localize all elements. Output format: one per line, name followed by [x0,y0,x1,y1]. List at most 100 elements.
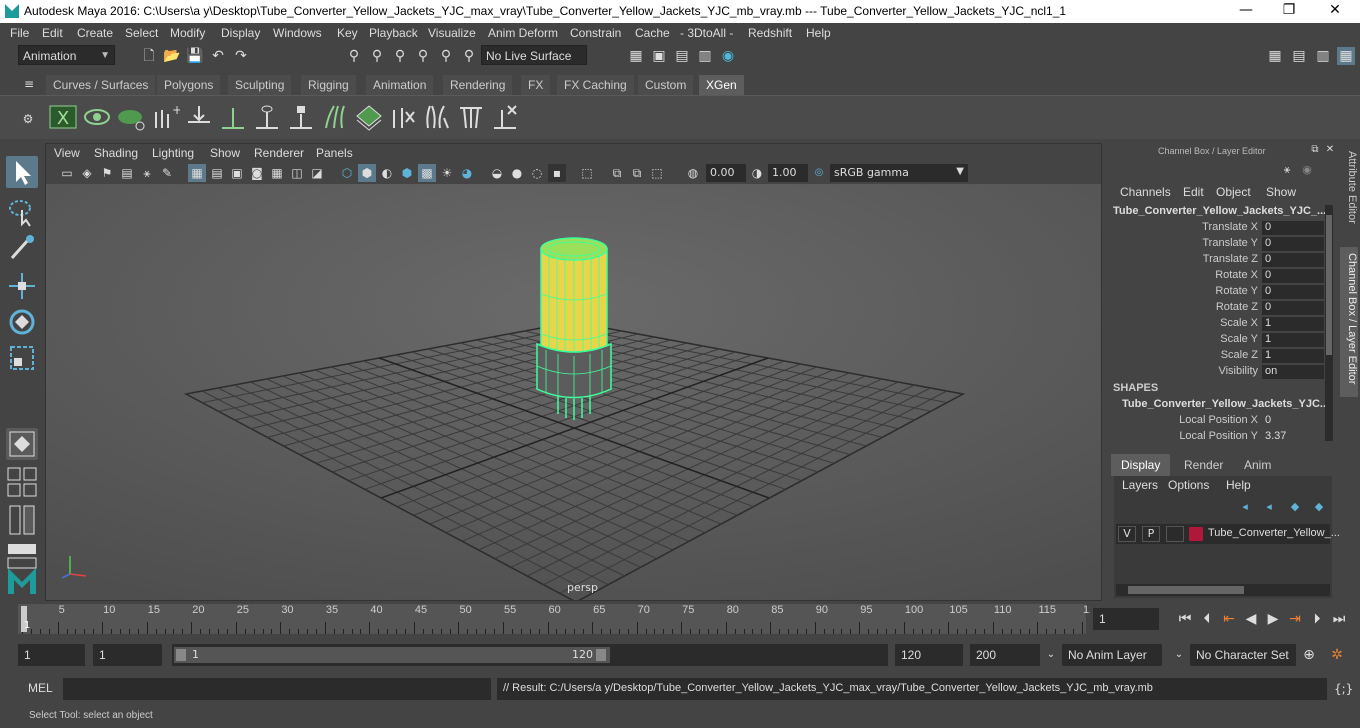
toggle-panels-icon[interactable]: ▤ [1290,47,1308,65]
channels-menu[interactable]: Channels [1120,185,1171,199]
chevron-down-icon[interactable]: ⌄ [1170,646,1188,664]
tab-anim[interactable]: Anim [1234,454,1281,476]
shape-channel-value[interactable]: 0 [1262,414,1324,428]
tube-converter-model[interactable] [536,237,612,420]
move-layer-up-icon[interactable]: ◂ [1236,498,1254,516]
layer-help-menu[interactable]: Help [1226,478,1251,492]
shape-name[interactable]: Tube_Converter_Yellow_Jackets_YJC... [1122,398,1329,410]
layer-color-swatch[interactable] [1189,527,1203,541]
shadows-icon[interactable]: ◕ [458,164,476,182]
channel-value[interactable]: 0 [1262,221,1324,235]
single-perspective-layout-icon[interactable] [6,428,38,460]
layer-horizontal-scrollbar[interactable] [1116,584,1330,596]
go-to-start-icon[interactable]: ⏮ [1176,610,1194,628]
menu-visualize[interactable]: Visualize [428,26,476,40]
menu-modify[interactable]: Modify [170,26,205,40]
tab-animation[interactable]: Animation [366,75,434,95]
lights-icon[interactable]: ☀ [438,164,456,182]
ambient-occlusion-icon[interactable]: ● [508,164,526,182]
shape-channel-label[interactable]: Local Position Y [1179,430,1258,442]
channel-value[interactable]: 0 [1262,301,1324,315]
grease-pencil-icon[interactable]: ✎ [158,164,176,182]
film-gate-icon[interactable]: ▤ [208,164,226,182]
channel-value[interactable]: 1 [1262,333,1324,347]
xgen-guide-icon-2[interactable] [252,102,282,132]
channel-value[interactable]: 0 [1262,269,1324,283]
channel-label[interactable]: Translate X [1202,221,1258,233]
play-forward-icon[interactable]: ▶ [1264,610,1282,628]
lasso-tool-icon[interactable] [6,196,38,228]
panel-menu-show[interactable]: Show [210,146,240,160]
range-end-handle[interactable] [596,649,606,661]
menu-3dtoall[interactable]: - 3DtoAll - [680,26,733,40]
xgen-preview-icon[interactable] [82,102,112,132]
menu-help[interactable]: Help [806,26,831,40]
tab-sculpting[interactable]: Sculpting [228,75,292,95]
maximize-button[interactable]: ❐ [1279,2,1299,20]
workspace-icon[interactable]: ▦ [1266,47,1284,65]
xgen-guide-icon-1[interactable] [218,102,248,132]
2d-pan-zoom-icon[interactable]: ⚹ [138,164,156,182]
menu-windows[interactable]: Windows [273,26,322,40]
screen-space-icon[interactable]: ⬚ [648,164,666,182]
new-scene-icon[interactable]: 🗋 [140,47,158,65]
new-layer-icon[interactable]: ◆ [1286,498,1304,516]
layer-playback-toggle[interactable]: P [1142,526,1160,542]
menu-key[interactable]: Key [337,26,358,40]
render-view-icon[interactable]: ▥ [696,47,714,65]
tab-render[interactable]: Render [1174,454,1233,476]
four-view-layout-icon[interactable] [6,466,38,498]
ipr-render-icon[interactable]: ▤ [673,47,691,65]
gamma-field[interactable]: 1.00 [768,164,808,182]
channel-label[interactable]: Scale Z [1221,349,1258,361]
channel-label[interactable]: Scale Y [1220,333,1258,345]
safe-title-icon[interactable]: ◪ [308,164,326,182]
color-management-icon[interactable]: ◎ [810,164,828,182]
channel-value[interactable]: 1 [1262,349,1324,363]
panel-menu-view[interactable]: View [54,146,80,160]
time-slider[interactable]: 5 10 15 20 25 30 35 40 45 50 55 60 65 70 75 80 85 90 95 100… [18,604,1095,634]
new-layer-selected-icon[interactable]: ◆ [1310,498,1328,516]
gamma-icon[interactable]: ◑ [748,164,766,182]
menu-edit[interactable]: Edit [42,26,63,40]
attribute-editor-tab[interactable]: Attribute Editor [1340,145,1358,233]
panel-menu-shading[interactable]: Shading [94,146,138,160]
move-tool-icon[interactable] [6,270,38,302]
gate-mask-icon[interactable]: ◙ [248,164,266,182]
animation-preferences-icon[interactable]: ✲ [1328,646,1346,664]
menu-redshift[interactable]: Redshift [748,26,792,40]
tab-rigging[interactable]: Rigging [301,75,356,95]
exposure-field[interactable]: 0.00 [706,164,746,182]
xgen-add-guide-icon[interactable]: + [150,102,180,132]
xgen-delete-guide-icon[interactable] [490,102,520,132]
panel-menu-panels[interactable]: Panels [316,146,353,160]
menu-set-dropdown[interactable]: Animation ▼ [18,45,115,65]
safe-action-icon[interactable]: ◫ [288,164,306,182]
channel-value[interactable]: 0 [1262,237,1324,251]
script-language-toggle[interactable]: MEL [28,681,53,695]
textured-icon[interactable]: ⬢ [398,164,416,182]
channelbox-object-menu[interactable]: Object [1216,185,1251,199]
snap-point-icon[interactable]: ⚲ [460,47,478,65]
wireframe-on-shaded-icon[interactable]: ◐ [378,164,396,182]
range-start-handle[interactable] [176,649,186,661]
auto-key-icon[interactable]: ⊕ [1300,646,1318,664]
xgen-clump-icon[interactable] [456,102,486,132]
go-to-end-icon[interactable]: ⏭ [1330,610,1348,628]
viewport-scene[interactable]: persp [46,184,1102,601]
channel-value[interactable]: 1 [1262,317,1324,331]
bookmark-icon[interactable]: ⚑ [98,164,116,182]
select-tool-icon[interactable] [6,156,38,188]
menu-file[interactable]: File [10,26,29,40]
exposure-icon[interactable]: ◍ [684,164,702,182]
channelbox-show-menu[interactable]: Show [1266,185,1296,199]
field-chart-icon[interactable]: ▦ [268,164,286,182]
image-plane-icon[interactable]: ▤ [118,164,136,182]
step-forward-key-icon[interactable]: ⇥ [1286,610,1304,628]
xgen-density-icon[interactable] [354,102,384,132]
select-component-icon[interactable]: ⚲ [391,47,409,65]
layers-menu[interactable]: Layers [1122,478,1158,492]
channel-value[interactable]: 0 [1262,285,1324,299]
motion-blur-icon[interactable]: ◌ [528,164,546,182]
channel-box-tab[interactable]: Channel Box / Layer Editor [1340,247,1358,397]
